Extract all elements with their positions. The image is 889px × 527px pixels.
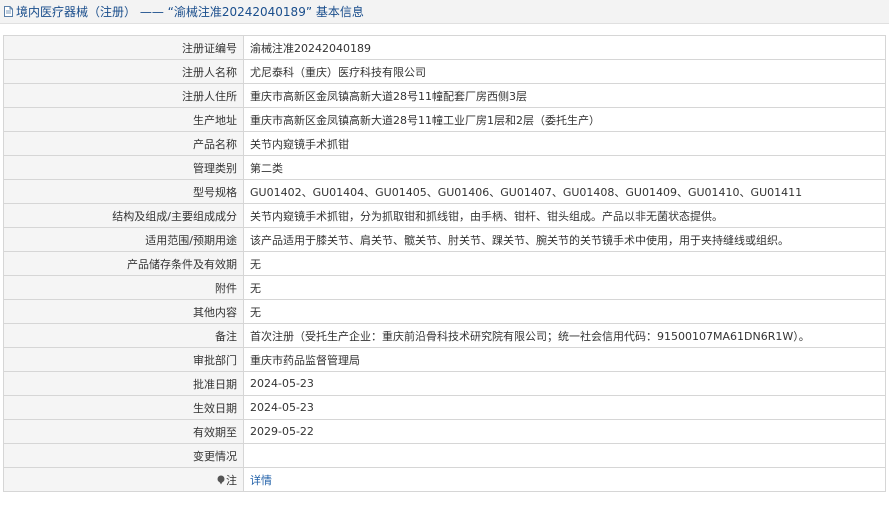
field-value: GU01402、GU01404、GU01405、GU01406、GU01407、… [243, 179, 886, 204]
table-row: 结构及组成/主要组成成分 关节内窥镜手术抓钳，分为抓取钳和抓线钳，由手柄、钳杆、钳… [3, 203, 886, 228]
table-row: 注详情 [3, 467, 886, 492]
field-label: 备注 [3, 323, 244, 348]
field-value: 无 [243, 299, 886, 324]
field-value [243, 443, 886, 468]
field-value: 尤尼泰科（重庆）医疗科技有限公司 [243, 59, 886, 84]
field-value: 重庆市高新区金凤镇高新大道28号11幢配套厂房西侧3层 [243, 83, 886, 108]
field-label: 其他内容 [3, 299, 244, 324]
field-value: 无 [243, 251, 886, 276]
field-label: 附件 [3, 275, 244, 300]
field-label: 结构及组成/主要组成成分 [3, 203, 244, 228]
field-label: 注册证编号 [3, 35, 244, 60]
field-label: 变更情况 [3, 443, 244, 468]
table-row: 产品储存条件及有效期无 [3, 251, 886, 276]
table-row: 变更情况 [3, 443, 886, 468]
table-row: 其他内容无 [3, 299, 886, 324]
table-row: 附件无 [3, 275, 886, 300]
field-label: 生产地址 [3, 107, 244, 132]
page-title: 境内医疗器械（注册） —— “渝械注准20242040189” 基本信息 [16, 5, 364, 19]
field-label: 产品名称 [3, 131, 244, 156]
field-value: 关节内窥镜手术抓钳 [243, 131, 886, 156]
field-label: 管理类别 [3, 155, 244, 180]
field-label: 生效日期 [3, 395, 244, 420]
table-row: 生效日期 2024-05-23 [3, 395, 886, 420]
table-row: 审批部门 重庆市药品监督管理局 [3, 347, 886, 372]
table-row: 注册证编号 渝械注准20242040189 [3, 35, 886, 60]
field-value: 重庆市高新区金凤镇高新大道28号11幢工业厂房1层和2层（委托生产） [243, 107, 886, 132]
table-row: 注册人名称 尤尼泰科（重庆）医疗科技有限公司 [3, 59, 886, 84]
note-label-cell: 注 [3, 467, 244, 492]
field-value: 重庆市药品监督管理局 [243, 347, 886, 372]
table-row: 生产地址 重庆市高新区金凤镇高新大道28号11幢工业厂房1层和2层（委托生产） [3, 107, 886, 132]
table-row: 型号规格 GU01402、GU01404、GU01405、GU01406、GU01… [3, 179, 886, 204]
field-label: 型号规格 [3, 179, 244, 204]
field-label: 注册人名称 [3, 59, 244, 84]
field-label: 审批部门 [3, 347, 244, 372]
page-header: 境内医疗器械（注册） —— “渝械注准20242040189” 基本信息 [0, 0, 889, 24]
field-label: 有效期至 [3, 419, 244, 444]
info-table: 注册证编号 渝械注准20242040189 注册人名称 尤尼泰科（重庆）医疗科技有限公… [3, 35, 886, 492]
table-row: 管理类别 第二类 [3, 155, 886, 180]
table-row: 有效期至 2029-05-22 [3, 419, 886, 444]
info-pin-icon [217, 475, 225, 484]
field-label: 适用范围/预期用途 [3, 227, 244, 252]
table-row: 批准日期 2024-05-23 [3, 371, 886, 396]
field-value: 2024-05-23 [243, 395, 886, 420]
field-value: 第二类 [243, 155, 886, 180]
note-label: 注 [226, 473, 237, 487]
table-row: 备注 首次注册（受托生产企业：重庆前沿骨科技术研究院有限公司；统一社会信用代码：9… [3, 323, 886, 348]
field-value: 2029-05-22 [243, 419, 886, 444]
details-link[interactable]: 详情 [250, 474, 272, 487]
field-value: 首次注册（受托生产企业：重庆前沿骨科技术研究院有限公司；统一社会信用代码：915… [243, 323, 886, 348]
document-icon [4, 6, 13, 17]
field-value: 2024-05-23 [243, 371, 886, 396]
field-label: 注册人住所 [3, 83, 244, 108]
field-value: 该产品适用于膝关节、肩关节、髋关节、肘关节、踝关节、腕关节的关节镜手术中使用，用… [243, 227, 886, 252]
field-value: 无 [243, 275, 886, 300]
note-value-cell: 详情 [243, 467, 886, 492]
field-label: 批准日期 [3, 371, 244, 396]
field-value: 关节内窥镜手术抓钳，分为抓取钳和抓线钳，由手柄、钳杆、钳头组成。产品以非无菌状态… [243, 203, 886, 228]
table-row: 适用范围/预期用途 该产品适用于膝关节、肩关节、髋关节、肘关节、踝关节、腕关节的关… [3, 227, 886, 252]
table-row: 产品名称 关节内窥镜手术抓钳 [3, 131, 886, 156]
field-label: 产品储存条件及有效期 [3, 251, 244, 276]
table-row: 注册人住所 重庆市高新区金凤镇高新大道28号11幢配套厂房西侧3层 [3, 83, 886, 108]
field-value: 渝械注准20242040189 [243, 35, 886, 60]
